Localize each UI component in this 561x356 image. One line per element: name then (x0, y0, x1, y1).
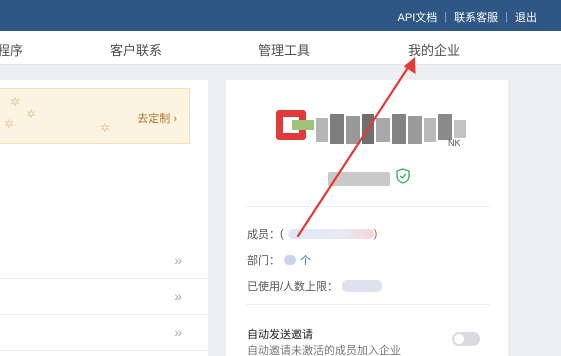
department-row: 部门： 个 (247, 252, 311, 268)
decor-star-icon: ✲ (26, 107, 37, 121)
list-item[interactable]: » (0, 315, 208, 351)
separator: | (505, 11, 508, 23)
separator: | (444, 11, 448, 23)
chevron-right-icon: » (174, 324, 182, 340)
list-item[interactable]: » (0, 279, 208, 315)
department-label: 部门： (247, 255, 280, 267)
api-docs-link[interactable]: API文档 (398, 9, 438, 25)
usage-value-blurred (342, 280, 383, 292)
customize-link[interactable]: 去定制 › (137, 110, 177, 126)
verified-shield-icon (396, 168, 410, 184)
usage-row: 已使用/人数上限： (247, 278, 383, 294)
auto-invite-description: 自动邀请未激活的成员加入企业 (247, 345, 401, 356)
nav-item-my-enterprise[interactable]: 我的企业 (408, 40, 460, 59)
top-links: API文档 | 联系客服 | 退出 (398, 9, 537, 25)
member-value-suffix: ) (373, 228, 378, 240)
enterprise-info-card: NK 成员： ( ) 部门： 个 已使用/人数上限： 自动发送邀请 自动邀请未激… (226, 80, 508, 356)
nav-item-customer-contact[interactable]: 客户联系 (110, 40, 162, 59)
list-item[interactable]: » (0, 243, 208, 279)
divider (246, 304, 490, 305)
member-count-blurred (287, 229, 374, 239)
decor-star-icon: ✲ (100, 121, 111, 135)
decor-star-icon: ✲ (10, 95, 21, 109)
auto-invite-title: 自动发送邀请 (247, 329, 313, 341)
nav-item-program[interactable]: 程序 (0, 40, 23, 59)
toggle-knob (454, 334, 464, 344)
logout-link[interactable]: 退出 (515, 9, 537, 25)
nav-item-management-tools[interactable]: 管理工具 (258, 40, 310, 59)
member-label: 成员： (247, 229, 280, 241)
top-bar: API文档 | 联系客服 | 退出 (0, 0, 561, 31)
customize-banner[interactable]: ✲ ✲ ✲ ✲ 去定制 › (0, 88, 190, 144)
member-value-prefix: ( (280, 228, 284, 240)
usage-label: 已使用/人数上限： (247, 281, 339, 293)
company-name-suffix: NK (448, 138, 461, 148)
chevron-right-icon: » (174, 288, 182, 304)
department-count-blurred (284, 255, 296, 265)
member-row: 成员： ( ) (247, 226, 377, 242)
logo-mark-accent (292, 120, 314, 130)
chevron-right-icon: » (174, 252, 182, 268)
contact-support-link[interactable]: 联系客服 (454, 9, 498, 25)
auto-invite-toggle[interactable] (452, 332, 480, 346)
verification-text-blurred (328, 172, 390, 186)
decor-star-icon: ✲ (4, 117, 15, 131)
divider (246, 206, 490, 207)
main-nav: 程序 客户联系 管理工具 我的企业 (0, 31, 561, 65)
department-count-link[interactable]: 个 (300, 252, 311, 268)
